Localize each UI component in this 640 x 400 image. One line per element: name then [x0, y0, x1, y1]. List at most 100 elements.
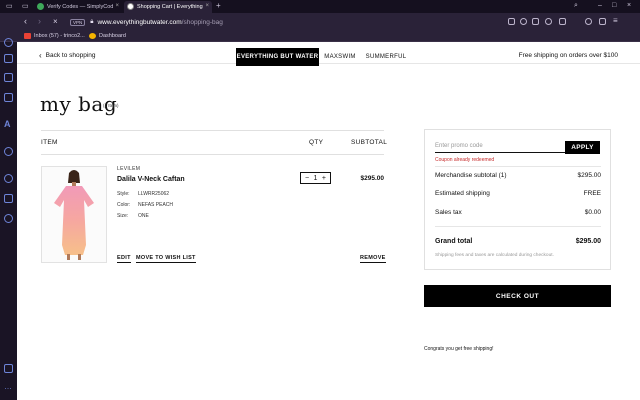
tab-label: Shopping Cart | Everything [137, 4, 203, 10]
wallet-icon[interactable] [599, 18, 606, 25]
dashboard-icon [89, 33, 96, 39]
panel-icon[interactable] [4, 364, 13, 373]
brand-tab-everything-but-water[interactable]: EVERYTHING BUT WATER [236, 48, 319, 66]
apply-promo-button[interactable]: APPLY [565, 141, 600, 154]
sales-tax-row: Sales tax $0.00 [435, 209, 601, 216]
menu-icon[interactable]: ▭ [6, 2, 13, 10]
product-color: Color: NEFAS PEACH [117, 202, 173, 208]
aria-icon[interactable]: A [4, 120, 13, 129]
extensions-icon[interactable] [559, 18, 566, 25]
column-header-subtotal: SUBTOTAL [351, 139, 388, 146]
url-field[interactable]: VPN 🔒︎ www.everythingbutwater.com/shoppi… [70, 16, 500, 28]
caftan-illustration [54, 170, 94, 260]
attr-value: ONE [138, 213, 149, 219]
verified-icon [37, 3, 44, 10]
estimated-shipping-row: Estimated shipping FREE [435, 190, 601, 197]
brand-tab-summerful[interactable]: SUMMERFUL [363, 48, 409, 66]
stop-loading-icon[interactable]: × [53, 17, 58, 26]
camera-icon[interactable] [508, 18, 515, 25]
free-shipping-banner: Free shipping on orders over $100 [518, 52, 618, 59]
block-icon[interactable] [520, 18, 527, 25]
lock-icon[interactable]: 🔒︎ [90, 19, 93, 26]
attr-value: NEFAS PEACH [138, 202, 174, 208]
settings-icon[interactable] [4, 214, 13, 223]
browser-tab-bar: ▭ ▭ Verify Codes — SimplyCod × Shopping … [0, 0, 640, 13]
bookmarks-bar: Inbox (57) - trinco2... Dashboard [0, 31, 640, 42]
back-icon[interactable]: ‹ [24, 17, 27, 26]
more-icon[interactable]: … [4, 383, 13, 393]
summary-value: $295.00 [575, 238, 601, 245]
new-tab-icon[interactable]: + [216, 1, 221, 10]
summary-value: FREE [583, 190, 601, 197]
product-size: Size: ONE [117, 213, 149, 219]
bookmark-dashboard[interactable]: Dashboard [89, 33, 126, 39]
summary-label: Estimated shipping [435, 190, 490, 197]
fees-note: Shipping fees and taxes are calculated d… [435, 253, 554, 258]
promo-code-input[interactable]: Enter promo code [435, 140, 565, 153]
calendar-icon[interactable] [4, 93, 13, 102]
attr-label: Style: [117, 191, 130, 197]
bookmark-label: Dashboard [99, 33, 126, 39]
edit-link[interactable]: EDIT [117, 255, 131, 263]
hamburger-menu-icon[interactable]: ≡ [613, 16, 618, 25]
tab-verify-codes[interactable]: Verify Codes — SimplyCod × [34, 1, 122, 13]
merchandise-subtotal-row: Merchandise subtotal (1) $295.00 [435, 172, 601, 179]
twitch-icon[interactable] [4, 73, 13, 82]
column-header-item: ITEM [41, 139, 58, 146]
attr-label: Size: [117, 213, 129, 219]
cube-icon[interactable] [4, 194, 13, 203]
maximize-icon[interactable]: □ [612, 2, 616, 9]
minimize-icon[interactable]: – [598, 2, 602, 9]
search-icon[interactable]: ⌕ [574, 2, 578, 10]
product-style: Style: LLWRR25062 [117, 191, 169, 197]
bookmark-inbox[interactable]: Inbox (57) - trinco2... [24, 33, 85, 39]
url-path: /shopping-bag [181, 18, 223, 26]
line-subtotal: $295.00 [360, 175, 385, 182]
browser-sidebar: A … [0, 38, 17, 400]
checkout-button[interactable]: CHECK OUT [424, 285, 611, 307]
column-header-qty: QTY [309, 139, 324, 146]
summary-value: $0.00 [584, 209, 601, 216]
summary-label: Sales tax [435, 209, 462, 216]
coupon-error-message: Coupon already redeemed [435, 157, 495, 163]
speed-dial-icon[interactable] [4, 38, 13, 47]
product-name[interactable]: Dalila V-Neck Caftan [117, 176, 185, 183]
tab-shopping-cart[interactable]: Shopping Cart | Everything × [124, 1, 212, 13]
divider [435, 166, 601, 167]
back-label: Back to shopping [45, 52, 96, 59]
bookmark-label: Inbox (57) - trinco2... [34, 33, 85, 39]
divider [435, 226, 601, 227]
decrease-quantity-button[interactable]: − [305, 175, 309, 182]
quantity-value[interactable]: 1 [314, 175, 318, 182]
tab-label: Verify Codes — SimplyCod [47, 4, 114, 10]
close-window-icon[interactable]: × [627, 2, 631, 9]
brand-tab-maxswim[interactable]: MAXSWIM [322, 48, 358, 66]
item-count: (1 Item) [103, 103, 119, 108]
shop-icon[interactable] [4, 54, 13, 63]
address-bar-row: ‹ › × VPN 🔒︎ www.everythingbutwater.com /… [0, 13, 640, 31]
forward-icon[interactable]: › [38, 17, 41, 26]
attr-label: Color: [117, 202, 131, 208]
order-summary: Enter promo code APPLY Coupon already re… [424, 129, 611, 270]
download-icon[interactable] [545, 18, 552, 25]
attr-value: LLWRR25062 [138, 191, 170, 197]
move-to-wishlist-link[interactable]: MOVE TO WISH LIST [136, 255, 196, 263]
vpn-badge[interactable]: VPN [70, 18, 86, 26]
divider [41, 130, 384, 131]
close-icon[interactable]: × [115, 3, 119, 9]
increase-quantity-button[interactable]: + [322, 175, 326, 182]
player-icon[interactable] [4, 147, 13, 156]
summary-value: $295.00 [577, 172, 602, 179]
grand-total-row: Grand total $295.00 [435, 238, 601, 245]
product-vendor: LEVILEM [117, 166, 141, 172]
screenshot-icon[interactable] [532, 18, 539, 25]
tabs-icon[interactable]: ▭ [22, 2, 29, 10]
remove-link[interactable]: REMOVE [360, 255, 386, 263]
back-to-shopping-link[interactable]: ‹ Back to shopping [39, 51, 96, 59]
history-icon[interactable] [4, 174, 13, 183]
account-icon[interactable] [585, 18, 592, 25]
close-icon[interactable]: × [205, 3, 209, 9]
site-top-bar: ‹ Back to shopping EVERYTHING BUT WATER … [17, 44, 640, 66]
site-favicon-icon [127, 3, 134, 10]
product-image[interactable] [41, 166, 107, 263]
